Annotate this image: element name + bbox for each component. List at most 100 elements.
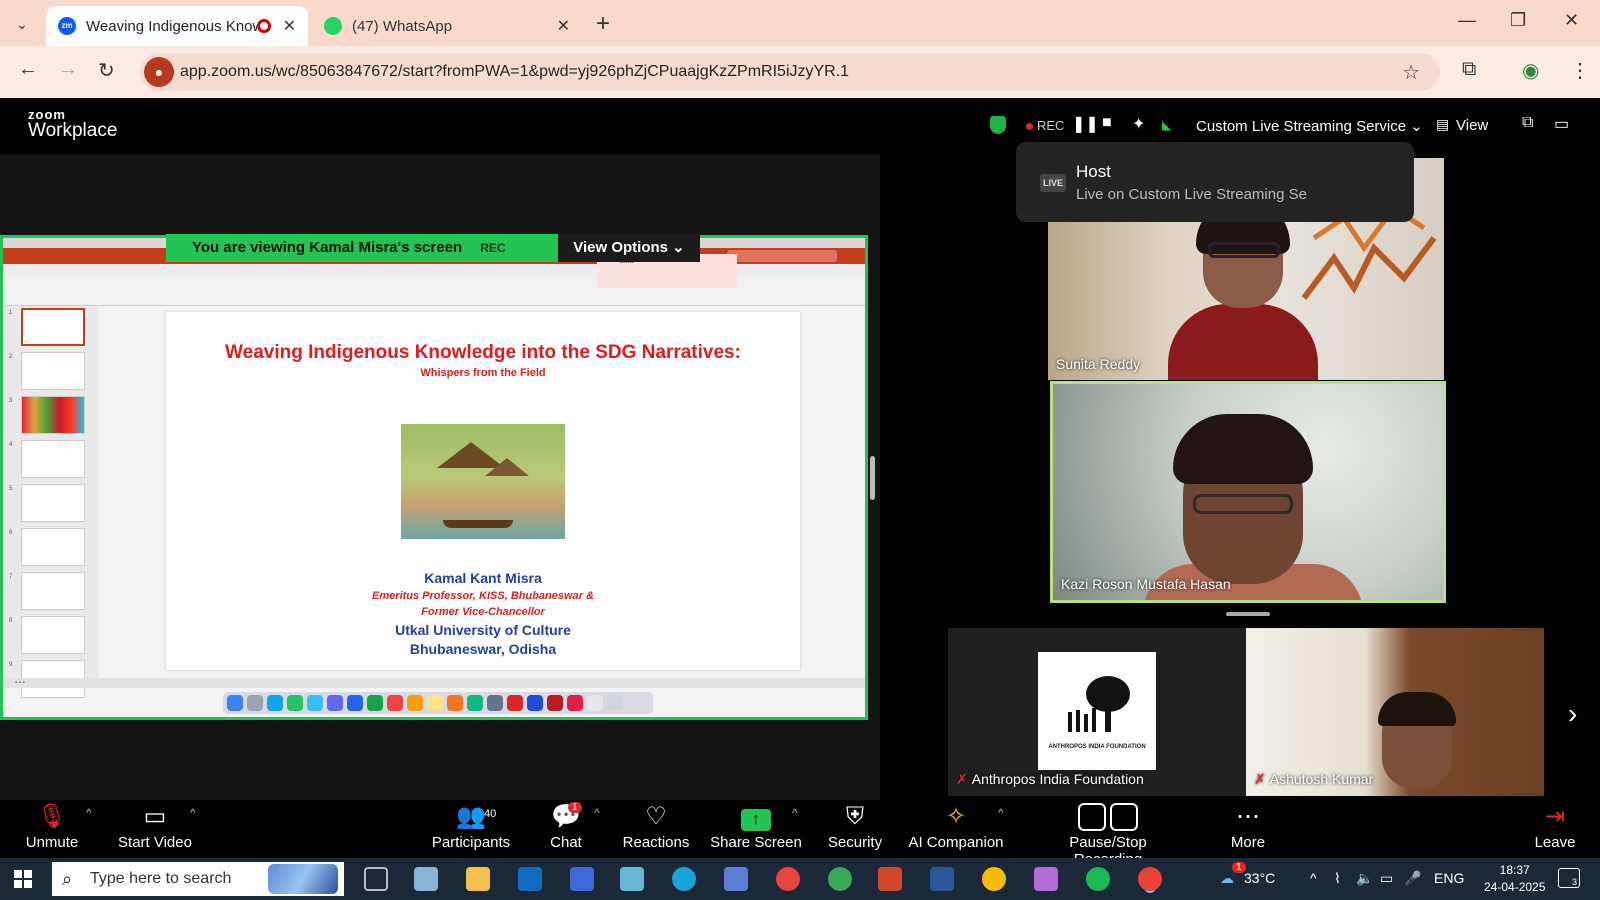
new-tab-button[interactable]: + [596,10,610,38]
start-video-button[interactable]: ▭ Start Video [110,800,200,858]
participants-button[interactable]: 👥 Participants [430,800,512,858]
security-button[interactable]: ⛨ Security [822,800,888,858]
live-streaming-dropdown[interactable]: Custom Live Streaming Service ⌄ [1196,117,1423,135]
temperature[interactable]: 33°C [1244,870,1275,886]
slide-thumb[interactable] [21,308,85,346]
close-tab-icon[interactable]: ✕ [557,16,570,36]
url-bar[interactable]: ● app.zoom.us/wc/85063847672/start?fromP… [140,53,1440,91]
gallery-scroll-handle[interactable] [1226,612,1270,616]
view-options-button[interactable]: View Options ⌄ [558,234,700,262]
store-icon[interactable] [570,867,594,891]
tab-whatsapp[interactable]: (47) WhatsApp ✕ [312,6,582,46]
windows-taskbar: ⌕ Type here to search ☁ 1 33°C ^ ⌇ 🔈 ▭ 🎤… [0,858,1600,900]
shared-screen[interactable]: ⌕ ▪▪▪▪▪▪▪▪ ▪▪▪▪▪▪▪ 1 2 3 4 5 6 7 8 9 Wea… [0,235,868,720]
ai-options-caret-icon[interactable]: ^ [998,806,1004,820]
browser-menu-icon[interactable]: ⋮ [1570,58,1590,83]
participant-name-row: ✗ Ashutosh Kumar [1254,771,1373,788]
zoom-icon: zm [58,17,76,35]
tray-chevron-icon[interactable]: ^ [1310,870,1317,886]
encryption-shield-icon[interactable] [990,116,1006,134]
reactions-button[interactable]: ♡ Reactions [618,800,694,858]
banner-rec-label: REC [480,241,506,255]
file-explorer-icon[interactable] [466,867,490,891]
search-icon: ⌕ [62,869,73,889]
powerpoint-icon[interactable] [878,867,902,891]
leave-button[interactable]: ⇥ Leave [1530,800,1580,858]
taskbar-search-box[interactable]: ⌕ Type here to search [52,862,344,896]
clock[interactable]: 18:37 24-04-2025 [1484,862,1545,896]
forward-icon[interactable]: → [58,58,78,81]
video-options-caret-icon[interactable]: ^ [190,806,196,820]
share-screen-button[interactable]: ↑ Share Screen [710,800,802,858]
weather-icon[interactable]: ☁ [1220,870,1234,887]
chrome-profile-icon[interactable] [828,867,852,891]
chrome-profile-icon[interactable] [982,867,1006,891]
unmute-button[interactable]: 🎙 Unmute [20,800,84,858]
windows-start-icon[interactable] [14,870,32,888]
ai-sparkle-icon[interactable]: ✦ [1132,114,1145,134]
stop-recording-icon[interactable]: ■ [1102,114,1112,132]
extensions-icon[interactable]: ⧉ [1462,58,1476,81]
reload-icon[interactable]: ↻ [98,58,115,83]
word-icon[interactable] [930,867,954,891]
live-host-popup: LIVE Host Live on Custom Live Streaming … [1016,142,1414,222]
picture-in-picture-icon[interactable]: ⧉ [1522,114,1533,132]
pause-recording-icon[interactable]: ❚❚ [1072,114,1099,134]
back-icon[interactable]: ← [18,58,38,81]
minimize-icon[interactable]: — [1458,10,1476,31]
ai-companion-button[interactable]: ✧ AI Companion [904,800,1008,858]
slide-thumb[interactable] [21,440,85,478]
video-tile-kazi[interactable]: Kazi Roson Mustafa Hasan [1050,381,1446,603]
copilot-icon[interactable] [1034,867,1058,891]
battery-icon[interactable]: ▭ [1380,870,1393,887]
microsoft365-icon[interactable] [724,867,748,891]
video-tile-ashutosh[interactable]: ✗ Ashutosh Kumar [1246,628,1544,796]
profile-icon[interactable]: ◉ [1522,58,1539,83]
village-illustration [401,424,565,539]
pinned-app-icon[interactable] [414,867,438,891]
slide-thumb[interactable] [21,484,85,522]
bookmark-star-icon[interactable]: ☆ [1402,60,1420,85]
more-button[interactable]: ⋯ More [1226,800,1270,858]
slide-thumb[interactable] [21,528,85,566]
chat-label: Chat [550,834,582,851]
mic-permission-icon[interactable]: ● [144,57,174,87]
outlook-icon[interactable] [518,867,542,891]
rec-label: REC [1037,118,1065,133]
video-tile-anthropos[interactable]: ANTHROPOS INDIA FOUNDATION ✗ Anthropos In… [948,628,1246,796]
fullscreen-icon[interactable]: ▭ [1554,114,1569,134]
pinned-app-icon[interactable] [620,867,644,891]
next-page-chevron-icon[interactable]: › [1568,698,1577,730]
edge-icon[interactable] [672,867,696,891]
view-button[interactable]: View [1456,117,1488,134]
maximize-icon[interactable]: ❐ [1510,10,1526,31]
participant-name: Kazi Roson Mustafa Hasan [1061,576,1231,592]
tab-search-chevron-icon[interactable]: ⌄ [10,12,34,36]
notification-center-icon[interactable]: 3 [1558,868,1580,888]
network-icon[interactable]: ⌇ [1334,870,1341,887]
close-tab-icon[interactable]: ✕ [283,16,296,36]
slide-thumb[interactable] [21,616,85,654]
microphone-icon[interactable]: 🎤 [1404,870,1421,887]
chrome-icon[interactable] [776,867,800,891]
slide-thumb[interactable] [21,396,85,434]
tab-zoom-meeting[interactable]: zm Weaving Indigenous Knowle ✕ [46,6,308,46]
panel-splitter-handle[interactable] [870,456,875,500]
audio-options-caret-icon[interactable]: ^ [86,806,92,820]
share-options-caret-icon[interactable]: ^ [792,806,798,820]
slide-thumb[interactable] [21,572,85,610]
spotify-icon[interactable] [1086,867,1110,891]
chat-options-caret-icon[interactable]: ^ [594,806,600,820]
slide-thumb[interactable] [21,352,85,390]
close-window-icon[interactable]: ✕ [1564,10,1579,31]
task-view-icon[interactable] [364,867,388,891]
pause-stop-recording-button[interactable]: Pause/Stop Recording [1036,800,1180,868]
chrome-active-icon[interactable] [1138,867,1162,891]
share-screen-icon: ↑ [710,800,802,834]
slide-subtitle: Whispers from the Field [420,367,546,379]
language-indicator[interactable]: ENG [1434,870,1464,886]
view-grid-icon[interactable]: ▤ [1436,116,1449,133]
volume-icon[interactable]: 🔈 [1356,870,1373,887]
search-placeholder: Type here to search [90,870,232,887]
live-stream-icon[interactable]: ◣ [1162,118,1171,132]
